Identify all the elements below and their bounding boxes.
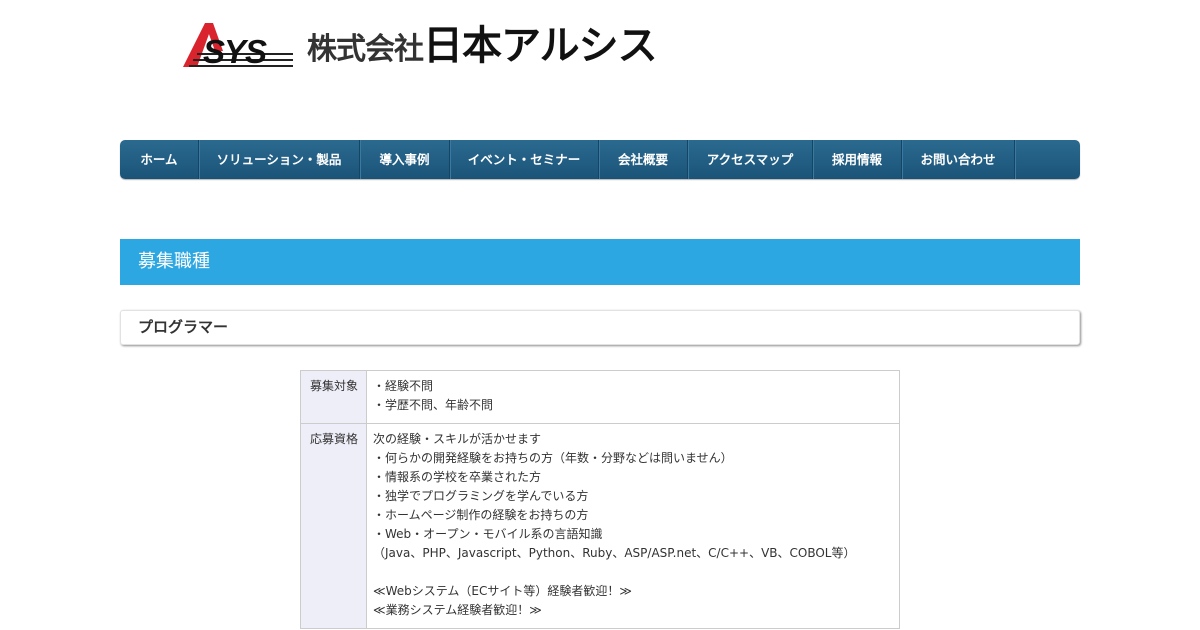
nav-item-home[interactable]: ホーム (120, 140, 199, 179)
list-item: ・ホームページ制作の経験をお持ちの方 (373, 508, 589, 522)
list-item: ・情報系の学校を卒業された方 (373, 470, 542, 484)
logo-text: SYS (203, 33, 267, 70)
row-value-target: ・経験不問 ・学歴不問、年齢不問 (366, 370, 900, 424)
list-item (373, 563, 893, 582)
row-value-qualifications: 次の経験・スキルが活かせます ・何らかの開発経験をお持ちの方（年数・分野などは問… (366, 423, 900, 629)
site-logo[interactable]: SYS 株式会社 日本アルシス (183, 22, 658, 70)
asys-logo-mark: SYS (183, 23, 295, 70)
job-title: プログラマー (120, 310, 1080, 345)
list-item: ・学歴不問、年齢不問 (373, 398, 494, 412)
section-title: 募集職種 (120, 239, 1080, 285)
list-item: ≪Webシステム（ECサイト等）経験者歓迎！≫ (373, 584, 632, 598)
job-info-table: 募集対象 ・経験不問 ・学歴不問、年齢不問 応募資格 次の経験・スキルが活かせま… (300, 370, 900, 629)
company-main-name: 日本アルシス (423, 23, 658, 69)
nav-item-company[interactable]: 会社概要 (599, 140, 688, 179)
nav-item-access-map[interactable]: アクセスマップ (688, 140, 813, 179)
list-item: 次の経験・スキルが活かせます (373, 432, 542, 446)
row-header-target: 募集対象 (300, 370, 367, 424)
company-prefix: 株式会社 (307, 32, 424, 67)
list-item: ・経験不問 (373, 379, 434, 393)
table-row: 募集対象 ・経験不問 ・学歴不問、年齢不問 (300, 370, 900, 424)
list-item: ・独学でプログラミングを学んでいる方 (373, 489, 589, 503)
nav-item-solutions[interactable]: ソリューション・製品 (199, 140, 360, 179)
list-item: ≪業務システム経験者歓迎！≫ (373, 603, 542, 617)
list-item: ・何らかの開発経験をお持ちの方（年数・分野などは問いません） (373, 451, 733, 465)
nav-item-contact[interactable]: お問い合わせ (902, 140, 1015, 179)
table-row: 応募資格 次の経験・スキルが活かせます ・何らかの開発経験をお持ちの方（年数・分… (300, 423, 900, 629)
row-header-qualifications: 応募資格 (300, 423, 367, 629)
nav-item-case-studies[interactable]: 導入事例 (360, 140, 450, 179)
list-item: （Java、PHP、Javascript、Python、Ruby、ASP/ASP… (373, 546, 856, 560)
nav-item-recruit[interactable]: 採用情報 (813, 140, 902, 179)
nav-item-events[interactable]: イベント・セミナー (450, 140, 599, 179)
list-item: ・Web・オープン・モバイル系の言語知識 (373, 527, 603, 541)
company-name: 株式会社 日本アルシス (307, 23, 658, 69)
main-nav: ホーム ソリューション・製品 導入事例 イベント・セミナー 会社概要 アクセスマ… (120, 140, 1080, 179)
